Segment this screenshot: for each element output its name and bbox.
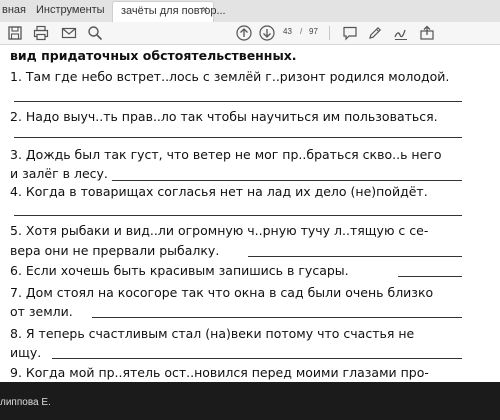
answer-rule bbox=[14, 137, 462, 138]
answer-rule bbox=[112, 180, 462, 181]
toolbar: 43 / 97 bbox=[0, 22, 500, 45]
tab-home[interactable]: вная bbox=[2, 4, 26, 16]
pen-icon[interactable] bbox=[366, 24, 384, 42]
page-total: 97 bbox=[309, 27, 318, 36]
toolbar-divider bbox=[329, 26, 330, 40]
exercise-line: 9. Когда мой пр..ятель ост..новился пере… bbox=[10, 365, 429, 380]
tab-document[interactable]: зачёты для повтор... × bbox=[112, 1, 226, 22]
tab-document-label: зачёты для повтор... bbox=[121, 5, 226, 17]
page-separator: / bbox=[300, 27, 303, 36]
exercise-line: от земли. bbox=[10, 304, 73, 319]
participant-name: липпова Е. bbox=[0, 397, 51, 408]
answer-rule bbox=[14, 215, 462, 216]
exercise-line: 3. Дождь был так густ, что ветер не мог … bbox=[10, 147, 442, 162]
exercise-line: ищу. bbox=[10, 345, 42, 360]
sign-icon[interactable] bbox=[392, 24, 410, 42]
answer-rule bbox=[52, 358, 462, 359]
exercise-line: 7. Дом стоял на косогоре так что окна в … bbox=[10, 285, 434, 300]
print-icon[interactable] bbox=[32, 24, 50, 42]
close-icon[interactable]: × bbox=[202, 4, 208, 16]
page-down-icon[interactable] bbox=[258, 24, 276, 42]
exercise-line: 6. Если хочешь быть красивым запишись в … bbox=[10, 263, 349, 278]
share-icon[interactable] bbox=[418, 24, 436, 42]
exercise-line: и залёг в лесу. bbox=[10, 166, 108, 181]
zoom-icon[interactable] bbox=[86, 24, 104, 42]
page-heading: вид придаточных обстоятельственных. bbox=[10, 48, 297, 63]
answer-rule bbox=[398, 276, 462, 277]
exercise-line: 1. Там где небо встрет..лось с землёй г.… bbox=[10, 69, 450, 84]
exercise-line: 2. Надо выуч..ть прав..ло так чтобы науч… bbox=[10, 109, 438, 124]
save-icon[interactable] bbox=[6, 24, 24, 42]
page-up-icon[interactable] bbox=[235, 24, 253, 42]
comment-icon[interactable] bbox=[341, 24, 359, 42]
page-number[interactable]: 43 bbox=[283, 27, 292, 36]
answer-rule bbox=[248, 256, 462, 257]
document-page[interactable]: вид придаточных обстоятельственных. 1. Т… bbox=[0, 45, 500, 382]
exercise-line: 4. Когда в товарищах согласья нет на лад… bbox=[10, 184, 428, 199]
video-bottom-bar: липпова Е. bbox=[0, 382, 500, 420]
exercise-line: 8. Я теперь счастливым стал (на)веки пот… bbox=[10, 326, 415, 341]
exercise-line: 5. Хотя рыбаки и вид..ли огромную ч..рну… bbox=[10, 223, 429, 238]
exercise-line: вера они не прервали рыбалку. bbox=[10, 243, 220, 258]
answer-rule bbox=[92, 317, 462, 318]
tab-bar: вная Инструменты зачёты для повтор... × bbox=[0, 0, 500, 23]
mail-icon[interactable] bbox=[60, 24, 78, 42]
answer-rule bbox=[14, 101, 462, 102]
tab-tools[interactable]: Инструменты bbox=[36, 4, 105, 16]
